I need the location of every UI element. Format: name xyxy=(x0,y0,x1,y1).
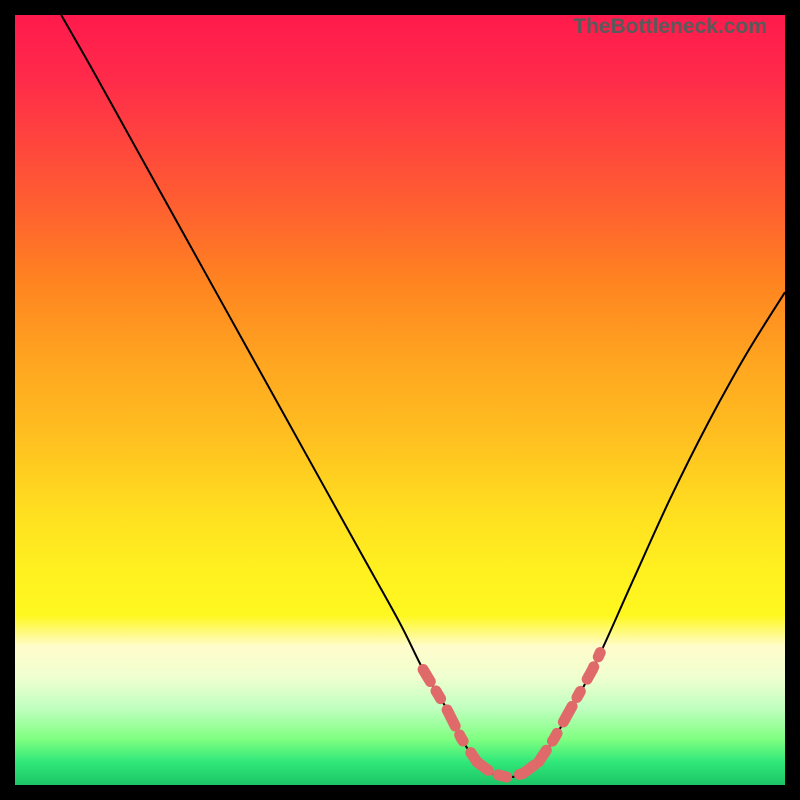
highlight-segment-2 xyxy=(539,653,601,762)
bottleneck-curve xyxy=(61,15,785,777)
plot-area: TheBottleneck.com xyxy=(15,15,785,785)
chart-svg xyxy=(15,15,785,785)
watermark-text: TheBottleneck.com xyxy=(573,15,767,39)
chart-container: TheBottleneck.com xyxy=(0,0,800,800)
highlight-segment-1 xyxy=(477,762,539,777)
highlight-segment-0 xyxy=(423,670,477,762)
